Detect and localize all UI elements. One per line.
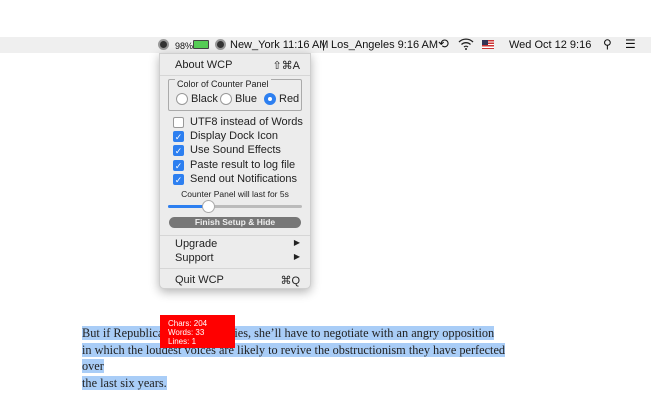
radio-label: Red [279, 93, 300, 105]
checkbox-label: UTF8 instead of Words [190, 116, 303, 128]
wcp-dropdown-menu: About WCP ⇧⌘A Color of Counter Panel Blac… [159, 53, 311, 289]
chars-count: Chars: 204 [168, 319, 208, 328]
radio-button[interactable] [176, 93, 188, 105]
menu-item-support[interactable]: Support ▶ [175, 252, 300, 264]
checkbox-sound-effects[interactable]: ✓ Use Sound Effects [173, 144, 281, 156]
slider-label: Counter Panel will last for 5s [181, 189, 289, 199]
checkbox[interactable]: ✓ [173, 130, 184, 142]
separator [160, 75, 310, 76]
radio-blue[interactable]: Blue [220, 93, 257, 105]
color-group-label: Color of Counter Panel [175, 79, 271, 89]
radio-red[interactable]: Red [264, 93, 299, 105]
checkbox[interactable]: ✓ [173, 144, 184, 156]
about-shortcut: ⇧⌘A [272, 60, 300, 72]
text-line[interactable]: But if Republicans win majorities, she’l… [82, 326, 495, 340]
separator [160, 235, 310, 236]
upgrade-label: Upgrade [175, 238, 218, 250]
checkbox-paste-log[interactable]: ✓ Paste result to log file [173, 159, 295, 171]
spotlight-search-icon[interactable]: ⚲ [603, 37, 612, 51]
text-line[interactable]: the last six years. [82, 375, 167, 390]
support-label: Support [175, 252, 214, 264]
los-angeles-clock[interactable]: Los_Angeles 9:16 AM [331, 38, 438, 52]
time-machine-icon[interactable]: ⟲ [438, 37, 449, 51]
clock-app-icon[interactable] [215, 39, 226, 50]
radio-button[interactable] [220, 93, 232, 105]
checkbox[interactable]: ✓ [173, 173, 184, 185]
counter-panel: Chars: 204 Words: 33 Lines: 1 [160, 315, 235, 348]
menu-bar: 98% New_York 11:16 AM | Los_Angeles 9:16… [0, 37, 651, 53]
separator [160, 268, 310, 269]
wcp-icon[interactable] [158, 39, 169, 50]
about-label: About WCP [175, 59, 233, 71]
slider-knob[interactable] [202, 200, 216, 213]
notification-center-icon[interactable]: ☰ [625, 37, 636, 51]
words-count: Words: 33 [168, 328, 205, 337]
radio-black[interactable]: Black [176, 93, 218, 105]
submenu-arrow-icon: ▶ [293, 252, 300, 261]
checkbox-label: Send out Notifications [190, 173, 298, 185]
clock-divider: | [322, 39, 325, 51]
checkbox-label: Paste result to log file [190, 159, 296, 171]
document-text[interactable]: But if Republicans win majorities, she’l… [82, 325, 514, 391]
wifi-icon[interactable] [458, 37, 474, 54]
battery-icon[interactable] [193, 40, 209, 49]
menu-item-about[interactable]: About WCP ⇧⌘A [175, 59, 300, 72]
battery-percent: 98% [175, 41, 194, 51]
submenu-arrow-icon: ▶ [293, 238, 300, 247]
radio-button[interactable] [264, 93, 276, 105]
menu-item-quit[interactable]: Quit WCP ⌘Q [175, 274, 300, 287]
lines-count: Lines: 1 [168, 337, 197, 346]
finish-setup-button[interactable]: Finish Setup & Hide [169, 217, 301, 228]
checkbox-utf8[interactable]: UTF8 instead of Words [173, 116, 303, 128]
text-line[interactable]: in which the loudest voices are likely t… [82, 342, 506, 373]
us-flag-icon[interactable] [482, 40, 494, 49]
quit-shortcut: ⌘Q [280, 275, 300, 287]
quit-label: Quit WCP [175, 274, 224, 286]
checkbox-label: Use Sound Effects [190, 144, 281, 156]
menu-item-upgrade[interactable]: Upgrade ▶ [175, 238, 300, 250]
checkbox-notifications[interactable]: ✓ Send out Notifications [173, 173, 297, 185]
radio-label: Black [191, 93, 218, 105]
radio-label: Blue [235, 93, 258, 105]
checkbox[interactable] [173, 116, 184, 128]
duration-slider[interactable] [168, 200, 302, 213]
checkbox-dock-icon[interactable]: ✓ Display Dock Icon [173, 130, 278, 142]
date-time[interactable]: Wed Oct 12 9:16 [509, 38, 591, 52]
checkbox[interactable]: ✓ [173, 159, 184, 171]
checkbox-label: Display Dock Icon [190, 130, 279, 142]
new-york-clock[interactable]: New_York 11:16 AM [230, 38, 328, 52]
